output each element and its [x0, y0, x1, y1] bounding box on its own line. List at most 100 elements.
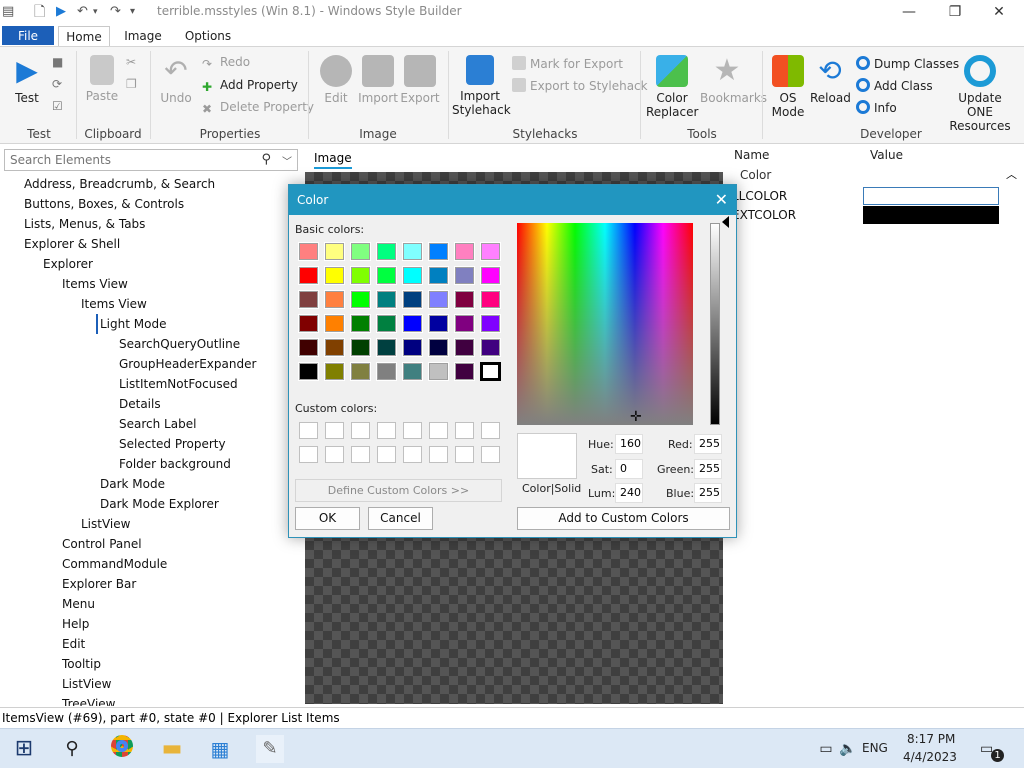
clock-time[interactable]: 8:17 PM	[907, 732, 955, 746]
basic-color-swatch[interactable]	[454, 266, 475, 285]
basic-color-swatch[interactable]	[376, 242, 397, 261]
basic-color-swatch[interactable]	[480, 266, 501, 285]
color-replacer-button[interactable]: Color Replacer	[646, 55, 698, 119]
basic-color-swatch[interactable]	[454, 242, 475, 261]
checklist-icon[interactable]: ☑	[52, 97, 63, 115]
property-value-swatch-2[interactable]	[863, 206, 999, 224]
basic-color-swatch[interactable]	[298, 242, 319, 261]
basic-color-swatch[interactable]	[298, 266, 319, 285]
tree-item[interactable]: Explorer Bar	[62, 574, 136, 594]
tree-item[interactable]: ListView	[81, 514, 130, 534]
custom-color-swatch[interactable]	[325, 422, 344, 439]
hue-field[interactable]: 160	[615, 434, 643, 454]
custom-color-swatch[interactable]	[299, 422, 318, 439]
property-name-row-1[interactable]: LLCOLOR	[732, 187, 860, 205]
basic-color-swatch[interactable]	[428, 338, 449, 357]
redo-button[interactable]: ↷ Redo	[202, 53, 250, 71]
basic-color-swatch[interactable]	[324, 242, 345, 261]
paste-button[interactable]: Paste	[84, 55, 120, 103]
basic-color-swatch[interactable]	[350, 266, 371, 285]
basic-color-swatch[interactable]	[350, 290, 371, 309]
tree-item[interactable]: Dark Mode	[100, 474, 165, 494]
tree-item[interactable]: Address, Breadcrumb, & Search	[24, 174, 215, 194]
mark-for-export-button[interactable]: Mark for Export	[512, 55, 623, 73]
tab-file[interactable]: File	[2, 26, 54, 45]
custom-color-swatch[interactable]	[429, 422, 448, 439]
image-tab[interactable]: Image	[314, 151, 352, 169]
name-column-header[interactable]: Name	[734, 148, 769, 162]
import-image-button[interactable]: Import	[358, 55, 398, 105]
edit-image-button[interactable]: Edit	[316, 55, 356, 105]
basic-color-swatch[interactable]	[480, 314, 501, 333]
custom-color-swatch[interactable]	[429, 446, 448, 463]
reload-button[interactable]: ⟲ Reload	[810, 55, 851, 106]
test-button[interactable]: ▶ Test	[6, 55, 48, 106]
basic-color-swatch[interactable]	[480, 338, 501, 357]
add-property-button[interactable]: ✚ Add Property	[202, 76, 298, 94]
add-class-button[interactable]: Add Class	[856, 77, 933, 95]
bookmarks-button[interactable]: ★ Bookmarks	[700, 55, 767, 106]
sat-field[interactable]: 0	[615, 459, 643, 479]
basic-color-swatch[interactable]	[350, 338, 371, 357]
luminance-arrow-icon[interactable]	[722, 216, 729, 228]
stop-icon[interactable]: ■	[52, 53, 63, 71]
define-custom-colors-button[interactable]: Define Custom Colors >>	[295, 479, 502, 502]
tab-image[interactable]: Image	[116, 26, 170, 46]
tree-item[interactable]: Tooltip	[62, 654, 101, 674]
basic-color-swatch[interactable]	[402, 338, 423, 357]
tree-item[interactable]: Edit	[62, 634, 85, 654]
basic-color-swatch[interactable]	[480, 362, 501, 381]
info-button[interactable]: Info	[856, 99, 897, 117]
basic-color-swatch[interactable]	[350, 362, 371, 381]
custom-color-swatch[interactable]	[403, 422, 422, 439]
basic-color-swatch[interactable]	[350, 242, 371, 261]
basic-color-swatch[interactable]	[298, 314, 319, 333]
close-icon[interactable]: ✕	[715, 190, 728, 209]
chevron-down-icon[interactable]: ﹀	[282, 153, 292, 168]
basic-color-swatch[interactable]	[324, 314, 345, 333]
tree-item[interactable]: Details	[119, 394, 161, 414]
color-spectrum[interactable]	[517, 223, 693, 425]
basic-color-swatch[interactable]	[480, 242, 501, 261]
basic-color-swatch[interactable]	[428, 362, 449, 381]
basic-color-swatch[interactable]	[376, 314, 397, 333]
tree-item[interactable]: Lists, Menus, & Tabs	[24, 214, 145, 234]
search-input[interactable]	[10, 150, 250, 170]
basic-color-swatch[interactable]	[324, 362, 345, 381]
export-image-button[interactable]: Export	[400, 55, 440, 105]
cancel-button[interactable]: Cancel	[368, 507, 433, 530]
file-explorer-icon[interactable]: ▬	[158, 735, 186, 763]
custom-color-swatch[interactable]	[325, 446, 344, 463]
basic-color-swatch[interactable]	[324, 338, 345, 357]
basic-color-swatch[interactable]	[376, 338, 397, 357]
blue-field[interactable]: 255	[694, 483, 722, 503]
basic-color-swatch[interactable]	[454, 290, 475, 309]
undo-icon[interactable]: ↶	[77, 3, 88, 21]
lum-field[interactable]: 240	[615, 483, 643, 503]
basic-color-swatch[interactable]	[402, 290, 423, 309]
tree-item[interactable]: Menu	[62, 594, 95, 614]
tree-item[interactable]: CommandModule	[62, 554, 167, 574]
spectrum-crosshair-icon[interactable]: ✛	[630, 409, 642, 425]
tree-item[interactable]: Explorer	[43, 254, 93, 274]
basic-color-swatch[interactable]	[402, 242, 423, 261]
tree-item[interactable]: ListItemNotFocused	[119, 374, 238, 394]
style-builder-taskbar-icon[interactable]: ✎	[256, 735, 284, 763]
tree-item[interactable]: Control Panel	[62, 534, 142, 554]
tab-options[interactable]: Options	[180, 26, 236, 46]
tree-item[interactable]: Folder background	[119, 454, 231, 474]
basic-color-swatch[interactable]	[428, 266, 449, 285]
search-taskbar-icon[interactable]: ⚲	[58, 735, 86, 763]
tree-item[interactable]: TreeView	[62, 694, 115, 706]
undo-dropdown-icon[interactable]: ▾	[93, 3, 98, 21]
basic-color-swatch[interactable]	[350, 314, 371, 333]
basic-color-swatch[interactable]	[428, 290, 449, 309]
cut-icon[interactable]: ✂	[126, 53, 136, 71]
tree-item[interactable]: Dark Mode Explorer	[100, 494, 219, 514]
green-field[interactable]: 255	[694, 459, 722, 479]
basic-color-swatch[interactable]	[376, 290, 397, 309]
tree-item[interactable]: Light Mode	[96, 314, 166, 334]
basic-color-swatch[interactable]	[324, 290, 345, 309]
search-icon[interactable]: ⚲	[261, 152, 271, 167]
undo-button[interactable]: ↶ Undo	[158, 55, 194, 106]
